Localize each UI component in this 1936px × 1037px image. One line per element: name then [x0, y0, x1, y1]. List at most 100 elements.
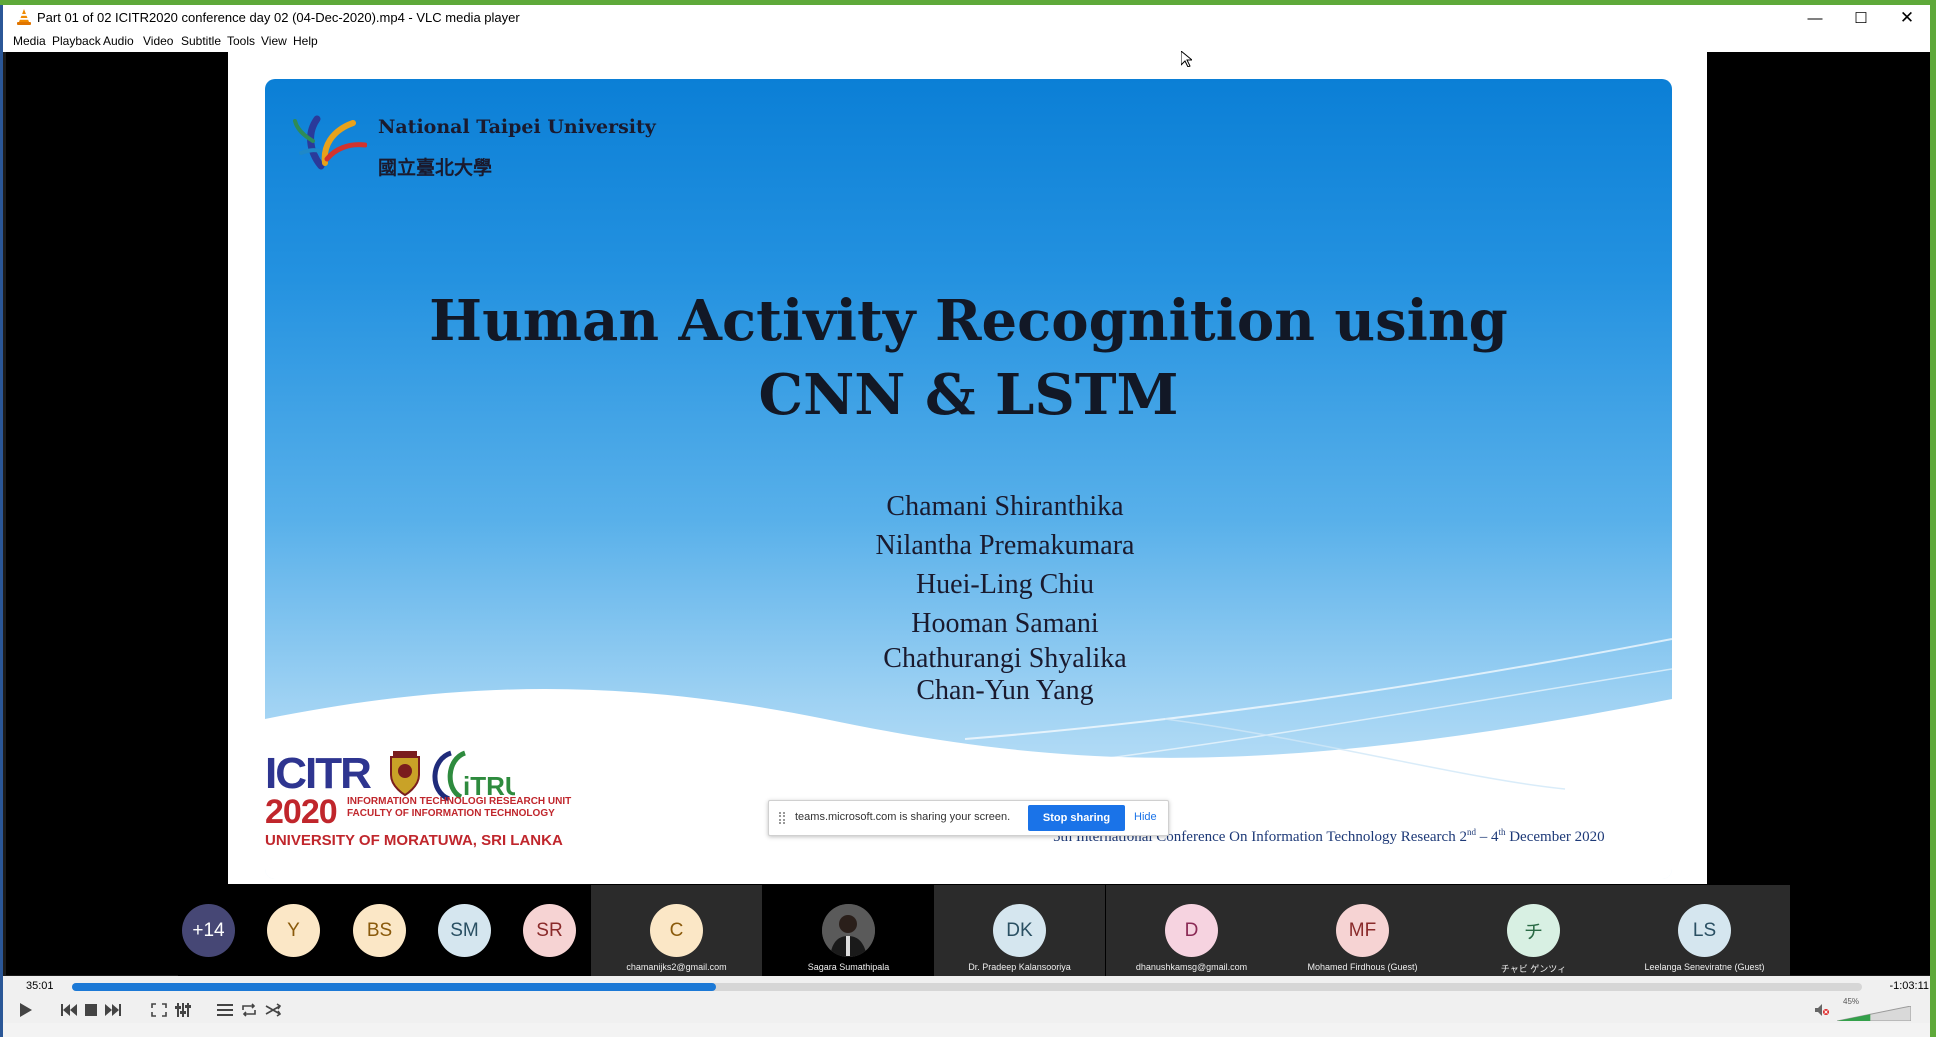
extended-settings-button[interactable] — [171, 999, 195, 1021]
drag-handle-icon[interactable] — [779, 812, 785, 824]
participant-tile[interactable]: C chamanijks2@gmail.com — [591, 885, 762, 976]
participant-avatar: LS — [1678, 904, 1731, 957]
participant-name: dhanushkamsg@gmail.com — [1135, 962, 1248, 972]
conference-sup: nd — [1466, 827, 1476, 837]
slide-title-line1: Human Activity Recognition using — [429, 288, 1508, 354]
window-title: Part 01 of 02 ICITR2020 conference day 0… — [37, 10, 520, 25]
vlc-cone-icon — [17, 9, 31, 25]
icitr-unit-line2: FACULTY OF INFORMATION TECHNOLOGY — [347, 808, 555, 819]
conference-text: – 4 — [1475, 829, 1499, 845]
participant-avatar: チ — [1507, 904, 1560, 957]
participant-tile[interactable]: DK Dr. Pradeep Kalansooriya — [934, 885, 1105, 976]
person-silhouette-icon — [822, 904, 875, 957]
shuffle-button[interactable] — [261, 999, 285, 1021]
participant-avatar[interactable]: SR — [523, 904, 576, 957]
participant-initials: DK — [1006, 919, 1033, 941]
seek-slider[interactable] — [72, 983, 1862, 991]
participant-initials: SR — [536, 919, 563, 941]
volume-slider[interactable] — [1837, 1006, 1911, 1021]
title-bar: Part 01 of 02 ICITR2020 conference day 0… — [3, 5, 1930, 31]
playback-controls: 45% — [3, 997, 1930, 1023]
participant-name: Dr. Pradeep Kalansooriya — [968, 962, 1071, 972]
menu-media[interactable]: Media — [13, 34, 46, 48]
participant-tile[interactable]: チ チャビ ゲンツィ — [1448, 885, 1619, 976]
participant-initials: D — [1184, 919, 1199, 941]
vlc-window: Part 01 of 02 ICITR2020 conference day 0… — [0, 0, 1936, 1037]
participant-name: Mohamed Firdhous (Guest) — [1307, 962, 1418, 972]
university-crest-icon — [390, 751, 420, 797]
participants-strip: +14 Y BS SM SR C chamanijks2@gmail.com S… — [178, 885, 1790, 976]
window-edge — [0, 0, 3, 1037]
participant-initials: C — [669, 919, 684, 941]
fullscreen-icon — [151, 1003, 167, 1017]
menu-playback[interactable]: Playback — [52, 34, 101, 48]
icitr-university: UNIVERSITY OF MORATUWA, SRI LANKA — [265, 832, 563, 849]
participant-initials: BS — [366, 919, 393, 941]
equalizer-icon — [175, 1003, 191, 1017]
participant-photo — [822, 904, 875, 957]
participant-name: チャビ ゲンツィ — [1500, 964, 1567, 974]
seek-bar-row: 35:01 -1:03:11 — [3, 976, 1930, 997]
participant-tile[interactable]: MF Mohamed Firdhous (Guest) — [1277, 885, 1448, 976]
university-name-en: National Taipei University — [378, 116, 656, 138]
slide-title: Human Activity Recognition using CNN & L… — [265, 284, 1672, 432]
menu-tools[interactable]: Tools — [227, 34, 255, 48]
loop-button[interactable] — [237, 999, 261, 1021]
remaining-time[interactable]: -1:03:11 — [1889, 980, 1929, 992]
stop-button[interactable] — [79, 999, 103, 1021]
ntpu-logo-icon — [293, 115, 367, 170]
menu-view[interactable]: View — [261, 34, 287, 48]
participant-avatar[interactable]: Y — [267, 904, 320, 957]
participant-initials: LS — [1692, 919, 1717, 941]
background-status-strip — [3, 1023, 1930, 1037]
participant-avatar: D — [1165, 904, 1218, 957]
mouse-cursor-icon — [1181, 51, 1192, 67]
mute-icon[interactable] — [1815, 1004, 1829, 1016]
minimize-button[interactable]: — — [1792, 5, 1838, 31]
participant-avatar: MF — [1336, 904, 1389, 957]
participant-tile[interactable]: Sagara Sumathipala — [763, 885, 934, 976]
play-icon — [20, 1003, 32, 1017]
author-name: Chan-Yun Yang — [916, 675, 1094, 706]
participant-initials: +14 — [192, 919, 225, 941]
playlist-button[interactable] — [213, 999, 237, 1021]
icitr-unit-line1: INFORMATION TECHNOLOGI RESEARCH UNIT — [347, 796, 572, 807]
seek-progress — [72, 983, 717, 991]
maximize-button[interactable]: ☐ — [1838, 5, 1884, 31]
participant-initials: Y — [287, 919, 300, 941]
participant-initials: SM — [450, 919, 479, 941]
play-button[interactable] — [13, 999, 37, 1021]
participant-avatar[interactable]: SM — [438, 904, 491, 957]
participant-initials: MF — [1348, 919, 1377, 941]
loop-icon — [242, 1003, 256, 1017]
close-button[interactable]: ✕ — [1884, 5, 1930, 31]
participant-avatar[interactable]: BS — [353, 904, 406, 957]
participant-tile[interactable]: D dhanushkamsg@gmail.com — [1106, 885, 1277, 976]
author-name: Nilantha Premakumara — [875, 530, 1135, 561]
participant-name: Sagara Sumathipala — [807, 962, 890, 972]
itru-logo-icon: iTRU — [432, 750, 515, 802]
stop-sharing-button[interactable]: Stop sharing — [1028, 805, 1125, 831]
participant-name: chamanijks2@gmail.com — [626, 962, 727, 972]
author-name: Chathurangi Shyalika — [883, 643, 1127, 674]
author-list: Chamani Shiranthika Nilantha Premakumara… — [765, 487, 1245, 707]
menu-bar: Media Playback Audio Video Subtitle Tool… — [3, 31, 1930, 52]
previous-button[interactable] — [57, 999, 81, 1021]
menu-audio[interactable]: Audio — [103, 34, 134, 48]
participant-name: Leelanga Seneviratne (Guest) — [1644, 962, 1765, 972]
next-button[interactable] — [101, 999, 125, 1021]
participant-tile[interactable]: LS Leelanga Seneviratne (Guest) — [1619, 885, 1790, 976]
menu-video[interactable]: Video — [143, 34, 173, 48]
menu-subtitle[interactable]: Subtitle — [181, 34, 221, 48]
previous-icon — [61, 1004, 77, 1016]
overflow-participants-bubble[interactable]: +14 — [182, 904, 235, 957]
playlist-icon — [217, 1004, 233, 1016]
stop-icon — [85, 1004, 97, 1016]
elapsed-time: 35:01 — [26, 980, 54, 992]
menu-help[interactable]: Help — [293, 34, 318, 48]
fullscreen-button[interactable] — [147, 999, 171, 1021]
hide-link[interactable]: Hide — [1134, 811, 1157, 823]
author-name: Hooman Samani — [911, 608, 1099, 639]
next-icon — [105, 1004, 121, 1016]
icitr-unit-text: INFORMATION TECHNOLOGI RESEARCH UNIT FAC… — [347, 796, 571, 820]
